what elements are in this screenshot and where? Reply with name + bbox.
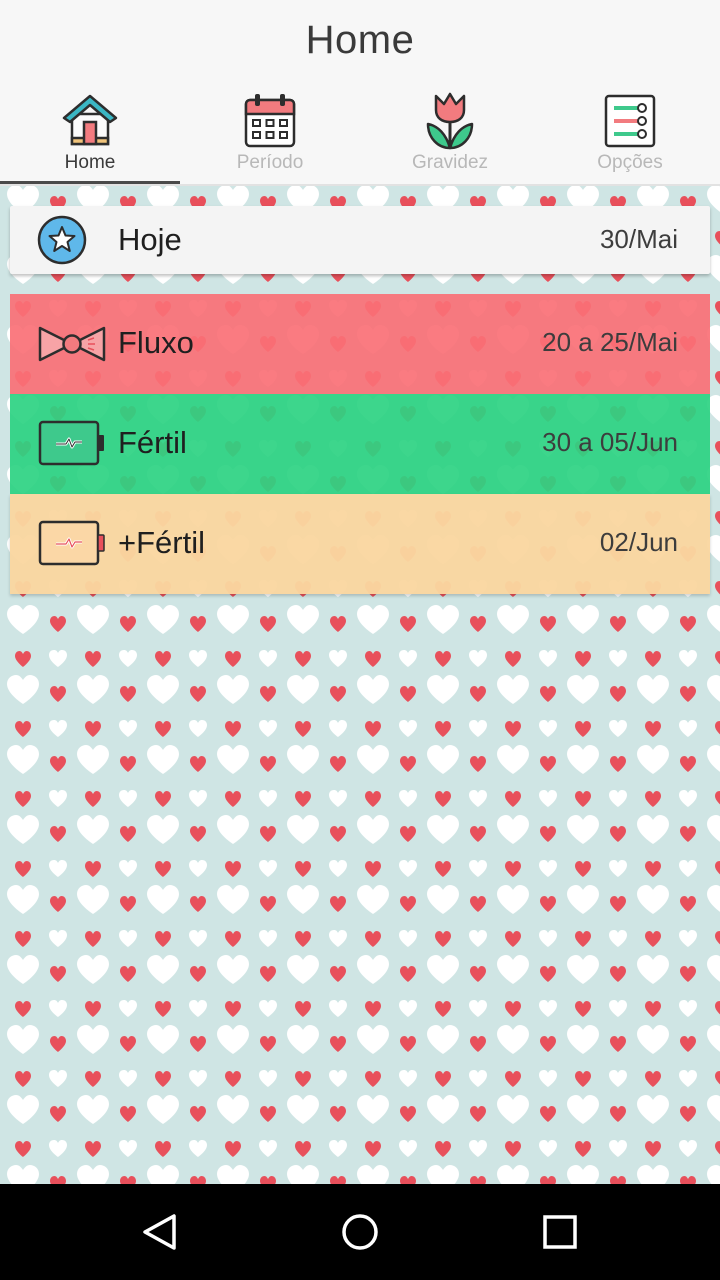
tab-home-label: Home bbox=[64, 152, 116, 173]
tab-gravidez[interactable]: Gravidez bbox=[360, 86, 540, 184]
back-triangle-icon[interactable] bbox=[136, 1208, 184, 1256]
calendar-icon bbox=[244, 94, 296, 148]
system-nav-bar bbox=[0, 1184, 720, 1280]
home-circle-icon[interactable] bbox=[336, 1208, 384, 1256]
flow-card[interactable]: Fluxo 20 a 25/Mai bbox=[10, 294, 710, 394]
fertile-date: 30 a 05/Jun bbox=[542, 427, 678, 457]
today-card[interactable]: Hoje 30/Mai bbox=[10, 206, 710, 274]
fertile-label: Fértil bbox=[118, 425, 187, 460]
peak-fertile-date: 02/Jun bbox=[599, 527, 678, 557]
page-title: Home bbox=[305, 18, 415, 62]
tab-periodo[interactable]: Período bbox=[180, 86, 360, 184]
star-icon bbox=[37, 215, 87, 265]
main-content[interactable]: Hoje 30/Mai Fluxo 20 a 25/Mai Fértil 30 … bbox=[0, 186, 720, 1184]
flow-label: Fluxo bbox=[118, 325, 194, 360]
tab-bar: Home Período Gravidez Opções bbox=[0, 86, 720, 184]
peak-fertile-label: +Fértil bbox=[118, 525, 205, 560]
tab-periodo-label: Período bbox=[236, 152, 304, 173]
fertile-card[interactable]: Fértil 30 a 05/Jun bbox=[10, 394, 710, 494]
today-label: Hoje bbox=[118, 222, 182, 257]
tulip-icon bbox=[426, 92, 474, 150]
battery-icon bbox=[38, 420, 104, 466]
battery-charged-icon bbox=[38, 520, 105, 566]
settings-list-icon bbox=[604, 94, 656, 148]
today-date: 30/Mai bbox=[599, 224, 678, 254]
tab-home[interactable]: Home bbox=[0, 86, 180, 184]
app-bar: Home Home Período Gravidez Opções bbox=[0, 0, 720, 185]
house-icon bbox=[62, 94, 118, 146]
tab-opcoes-label: Opções bbox=[597, 152, 663, 173]
tab-gravidez-label: Gravidez bbox=[411, 152, 489, 173]
peak-fertile-card[interactable]: +Fértil 02/Jun bbox=[10, 494, 710, 594]
bow-icon bbox=[38, 326, 106, 362]
flow-date: 20 a 25/Mai bbox=[542, 327, 678, 357]
recents-square-icon[interactable] bbox=[536, 1208, 584, 1256]
tab-opcoes[interactable]: Opções bbox=[540, 86, 720, 184]
